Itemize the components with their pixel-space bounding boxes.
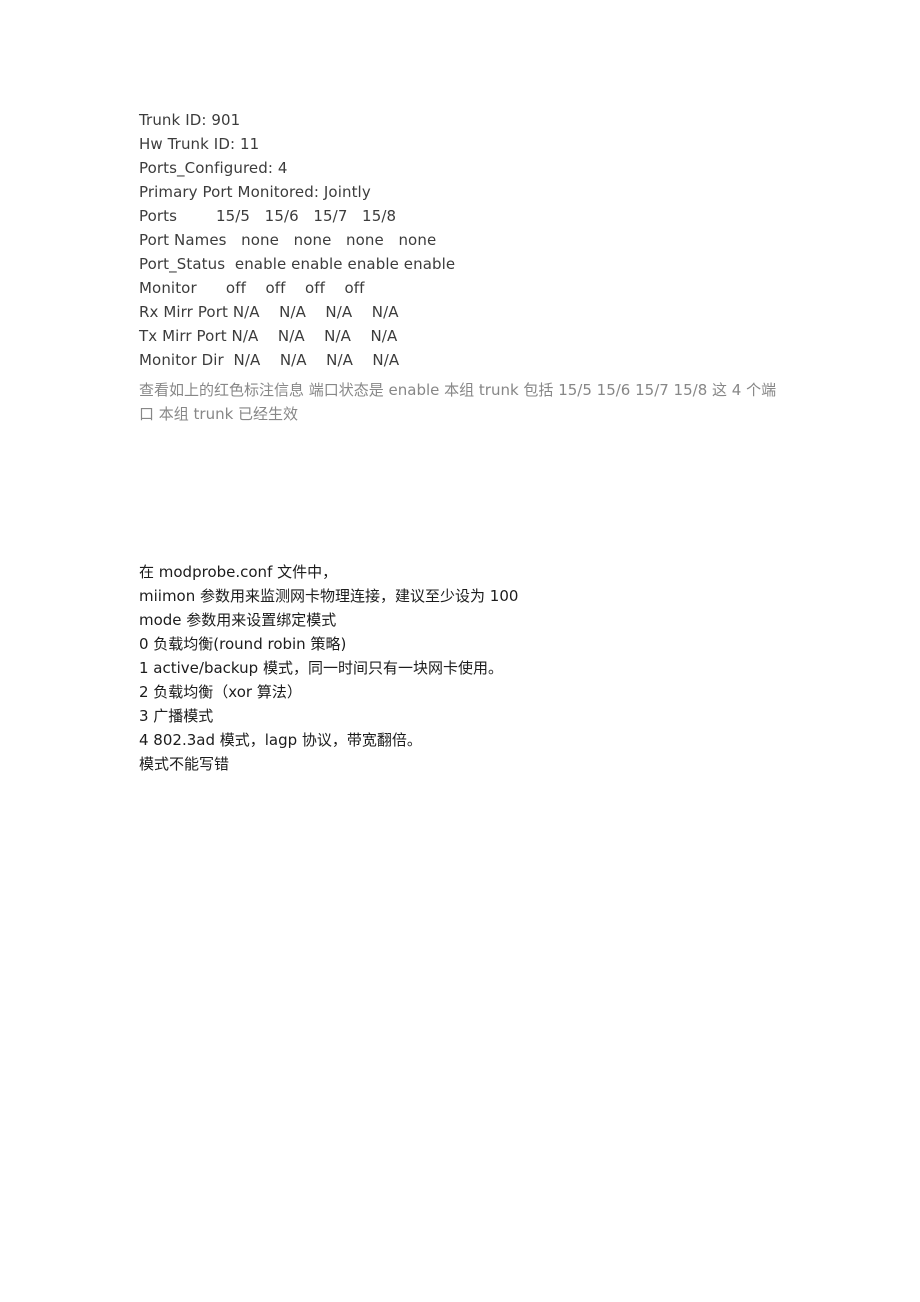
console-line-hw-trunk-id: Hw Trunk ID: 11	[139, 135, 260, 153]
notes-line-mode-3: 3 广播模式	[139, 707, 214, 725]
console-line-port-names: Port Names none none none none	[139, 231, 437, 249]
notes-line-mode-4: 4 802.3ad 模式，lagp 协议，带宽翻倍。	[139, 731, 422, 749]
trunk-status-console-output: Trunk ID: 901 Hw Trunk ID: 11 Ports_Conf…	[139, 108, 799, 372]
modprobe-bonding-notes: 在 modprobe.conf 文件中， miimon 参数用来监测网卡物理连接…	[139, 560, 799, 776]
notes-line-mode-2: 2 负载均衡（xor 算法）	[139, 683, 302, 701]
notes-line-mode: mode 参数用来设置绑定模式	[139, 611, 337, 629]
notes-line-mode-0: 0 负载均衡(round robin 策略)	[139, 635, 347, 653]
console-line-monitor: Monitor off off off off	[139, 279, 365, 297]
annotation-text: 查看如上的红色标注信息 端口状态是 enable 本组 trunk 包括 15/…	[139, 381, 777, 423]
notes-line-warning: 模式不能写错	[139, 755, 230, 773]
notes-line-mode-1: 1 active/backup 模式，同一时间只有一块网卡使用。	[139, 659, 503, 677]
console-line-trunk-id: Trunk ID: 901	[139, 111, 241, 129]
console-line-ports-configured: Ports_Configured: 4	[139, 159, 288, 177]
console-line-rx-mirr-port: Rx Mirr Port N/A N/A N/A N/A	[139, 303, 399, 321]
console-line-tx-mirr-port: Tx Mirr Port N/A N/A N/A N/A	[139, 327, 398, 345]
console-line-ports: Ports 15/5 15/6 15/7 15/8	[139, 207, 397, 225]
console-line-monitor-dir: Monitor Dir N/A N/A N/A N/A	[139, 351, 400, 369]
notes-line-modprobe-conf: 在 modprobe.conf 文件中，	[139, 563, 338, 581]
trunk-annotation-paragraph: 查看如上的红色标注信息 端口状态是 enable 本组 trunk 包括 15/…	[139, 378, 784, 426]
notes-line-miimon: miimon 参数用来监测网卡物理连接，建议至少设为 100	[139, 587, 519, 605]
document-page: Trunk ID: 901 Hw Trunk ID: 11 Ports_Conf…	[0, 0, 920, 1302]
console-line-port-status: Port_Status enable enable enable enable	[139, 255, 456, 273]
console-line-primary-port-monitored: Primary Port Monitored: Jointly	[139, 183, 371, 201]
